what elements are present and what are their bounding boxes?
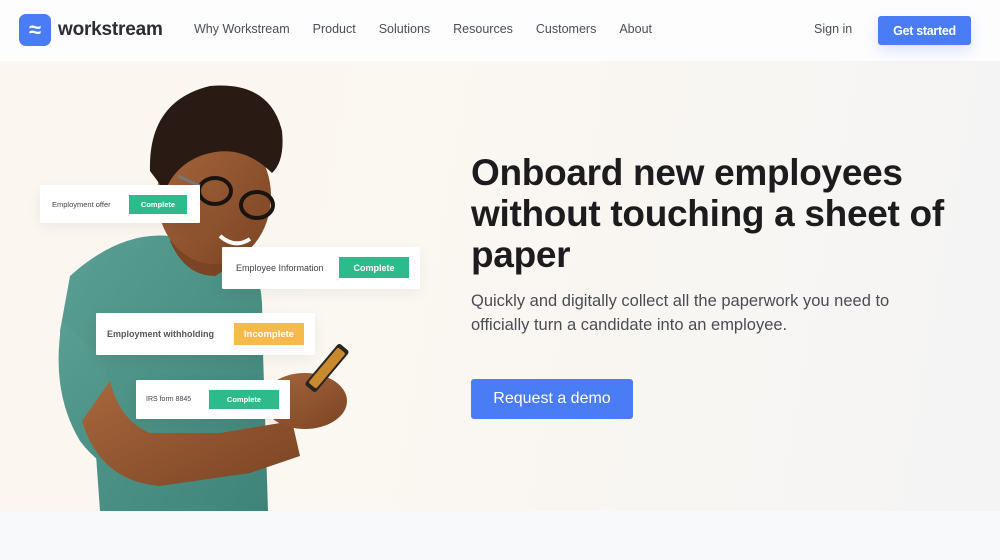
- approx-waves-icon: ≈: [19, 14, 51, 46]
- nav-links: Why Workstream Product Solutions Resourc…: [194, 22, 675, 36]
- hero-subheadline: Quickly and digitally collect all the pa…: [471, 292, 890, 334]
- get-started-button[interactable]: Get started: [878, 16, 971, 45]
- brand-logo[interactable]: ≈ workstream: [19, 14, 163, 46]
- task-card-label: Employee Information: [236, 263, 324, 273]
- status-badge-complete: Complete: [129, 195, 187, 214]
- nav-link-customers[interactable]: Customers: [536, 22, 596, 36]
- task-card-label: IRS form 8845: [146, 396, 192, 403]
- hero-headline: Onboard new employees without touching a…: [471, 152, 944, 275]
- nav-link-why-workstream[interactable]: Why Workstream: [194, 22, 290, 36]
- hero-section: Employment offer Complete Employee Infor…: [0, 61, 1000, 511]
- task-card-label: Employment offer: [52, 199, 111, 209]
- nav-link-about[interactable]: About: [619, 22, 652, 36]
- task-card-irs-form-8845: IRS form 8845 Complete: [136, 380, 290, 419]
- request-demo-button[interactable]: Request a demo: [471, 379, 633, 419]
- status-badge-complete: Complete: [209, 390, 279, 409]
- next-section: [0, 511, 1000, 560]
- task-card-employment-withholding: Employment withholding Incomplete: [96, 313, 315, 355]
- sign-in-link[interactable]: Sign in: [814, 22, 852, 36]
- task-card-label: Employment withholding: [107, 329, 214, 339]
- nav-link-product[interactable]: Product: [313, 22, 356, 36]
- brand-name: workstream: [58, 19, 163, 40]
- nav-link-solutions[interactable]: Solutions: [379, 22, 430, 36]
- nav-link-resources[interactable]: Resources: [453, 22, 513, 36]
- task-card-employment-offer: Employment offer Complete: [40, 185, 200, 223]
- status-badge-incomplete: Incomplete: [234, 323, 304, 345]
- top-navigation: ≈ workstream Why Workstream Product Solu…: [0, 0, 1000, 61]
- status-badge-complete: Complete: [339, 257, 409, 278]
- task-card-employee-information: Employee Information Complete: [222, 247, 420, 289]
